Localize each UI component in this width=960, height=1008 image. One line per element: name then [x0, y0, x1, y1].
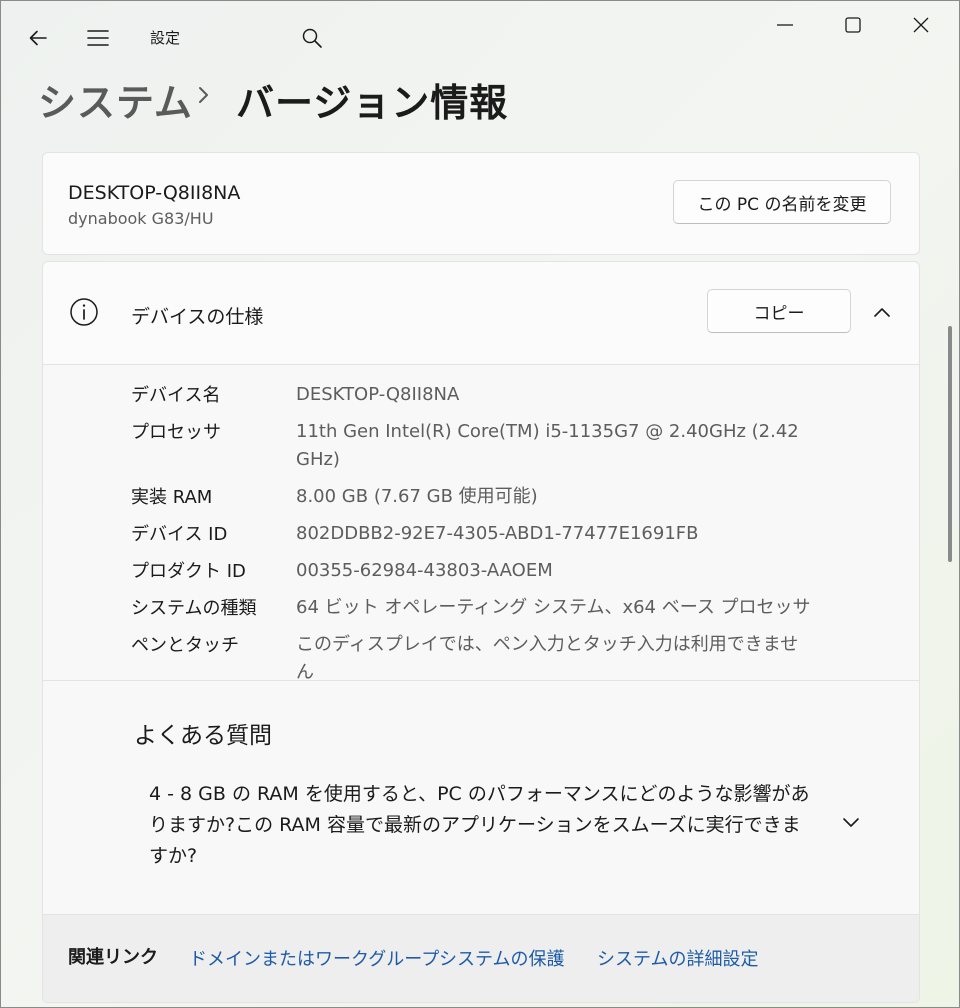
chevron-down-icon[interactable] [839, 812, 863, 832]
pc-model: dynabook G83/HU [68, 209, 214, 228]
related-links-label: 関連リンク [68, 947, 158, 968]
pc-name-card: DESKTOP-Q8II8NA dynabook G83/HU この PC の名… [42, 152, 920, 255]
spec-value: DESKTOP-Q8II8NA [296, 384, 460, 405]
chevron-up-icon[interactable] [869, 302, 895, 324]
spec-label: システムの種類 [131, 598, 257, 619]
spec-label: ペンとタッチ [131, 635, 239, 656]
device-specs-card: デバイスの仕様 コピー デバイス名 DESKTOP-Q8II8NA プロセッサ … [42, 261, 920, 1003]
link-advanced-system-settings[interactable]: システムの詳細設定 [597, 945, 758, 971]
spec-label: デバイス ID [131, 524, 228, 545]
rename-pc-button[interactable]: この PC の名前を変更 [673, 180, 891, 224]
breadcrumb-parent[interactable]: システム [38, 72, 193, 127]
link-domain-workgroup[interactable]: ドメインまたはワークグループ [189, 945, 439, 971]
spec-label: プロセッサ [131, 422, 221, 443]
link-system-protection[interactable]: システムの保護 [439, 945, 564, 971]
info-icon [69, 297, 99, 327]
spec-value: 00355-62984-43803-AAOEM [296, 560, 553, 581]
page-title: バージョン情報 [236, 81, 509, 125]
close-icon[interactable] [906, 10, 936, 40]
minimize-icon[interactable] [770, 10, 800, 40]
spec-value: 8.00 GB (7.67 GB 使用可能) [296, 486, 538, 507]
device-specs-body: デバイス名 DESKTOP-Q8II8NA プロセッサ 11th Gen Int… [43, 365, 919, 683]
chevron-right-icon [193, 80, 215, 110]
back-arrow-icon[interactable] [24, 24, 52, 52]
faq-title: よくある質問 [134, 723, 272, 749]
app-title: 設定 [150, 29, 181, 47]
device-specs-title: デバイスの仕様 [131, 306, 264, 328]
pc-name: DESKTOP-Q8II8NA [68, 182, 241, 204]
faq-question[interactable]: 4 - 8 GB の RAM を使用すると、PC のパフォーマンスにどのような影… [149, 779, 819, 872]
copy-button[interactable]: コピー [707, 289, 851, 333]
maximize-icon[interactable] [838, 10, 868, 40]
spec-value: このディスプレイでは、ペン入力とタッチ入力は利用できません [296, 634, 799, 683]
related-links: 関連リンク ドメインまたはワークグループ システムの保護 システムの詳細設定 [43, 915, 919, 1002]
spec-label: 実装 RAM [131, 487, 213, 508]
device-specs-header[interactable]: デバイスの仕様 コピー [43, 262, 919, 365]
hamburger-menu-icon[interactable] [84, 24, 112, 52]
scrollbar-thumb[interactable] [948, 326, 952, 562]
faq-section: よくある質問 4 - 8 GB の RAM を使用すると、PC のパフォーマンス… [43, 681, 919, 915]
spec-label: デバイス名 [131, 385, 221, 406]
spec-value: 64 ビット オペレーティング システム、x64 ベース プロセッサ [296, 597, 811, 618]
search-icon[interactable] [298, 24, 326, 52]
spec-value: 802DDBB2-92E7-4305-ABD1-77477E1691FB [296, 523, 699, 544]
spec-label: プロダクト ID [131, 561, 246, 582]
spec-value: 11th Gen Intel(R) Core(TM) i5-1135G7 @ 2… [296, 421, 799, 470]
